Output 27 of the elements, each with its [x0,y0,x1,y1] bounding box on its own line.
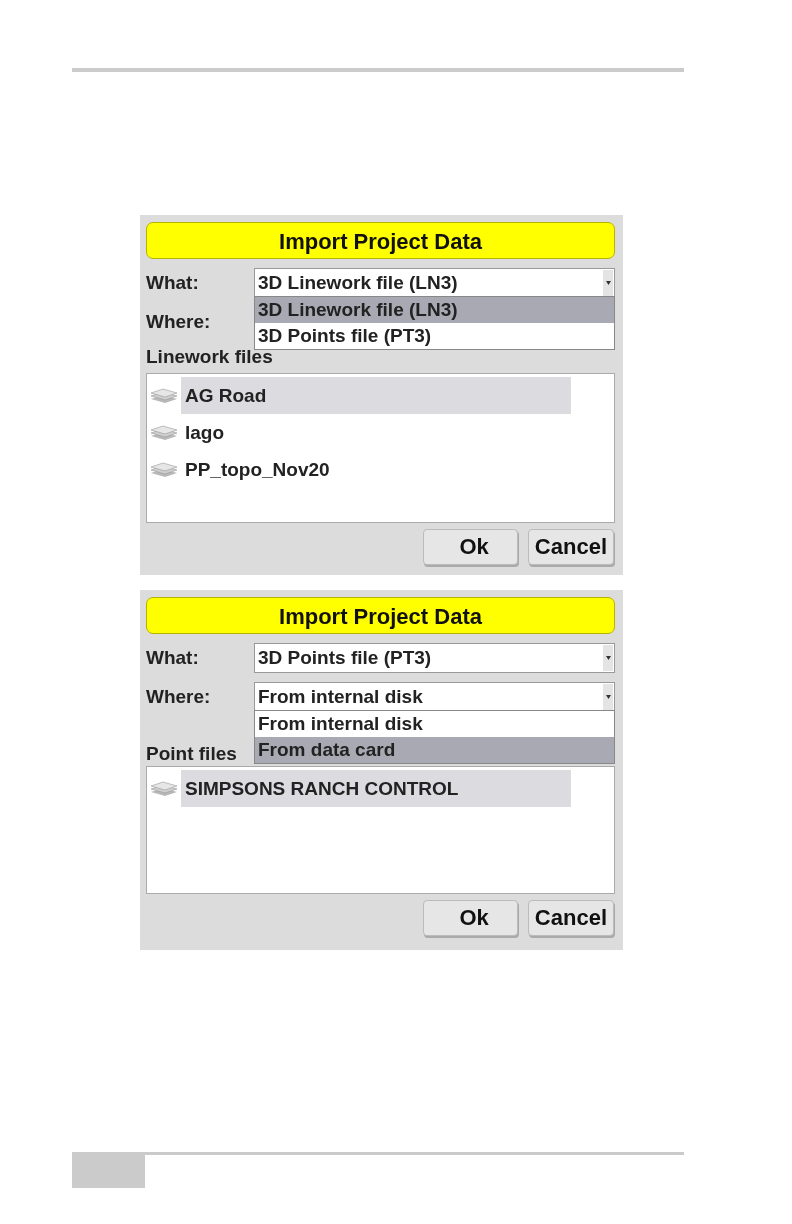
dropdown-arrow-button[interactable] [603,645,613,671]
dialog-title: Import Project Data [146,222,615,259]
dropdown-option[interactable]: From internal disk [255,711,614,737]
dropdown-field[interactable]: From internal disk [254,682,615,712]
dropdown-field[interactable]: 3D Linework file (LN3) [254,268,615,298]
caret-icon [605,695,611,699]
cancel-button[interactable]: Cancel [527,900,614,936]
ok-button[interactable]: Ok [422,900,518,936]
list-label: Point files [146,742,237,766]
caret-icon [605,281,611,285]
file-item[interactable]: AG Road [181,377,571,414]
ok-button[interactable]: Ok [422,529,518,565]
dropdown-arrow-button[interactable] [603,684,613,710]
dialog-title: Import Project Data [146,597,615,634]
caret-icon [605,656,611,660]
file-item[interactable]: PP_topo_Nov20 [181,451,571,488]
dropdown-option[interactable]: 3D Linework file (LN3) [255,297,614,323]
dropdown-arrow-button[interactable] [603,270,613,296]
file-item[interactable]: lago [181,414,571,451]
field-label: Where: [146,309,212,334]
cancel-button[interactable]: Cancel [527,529,614,565]
dropdown-option[interactable]: From data card [255,737,614,763]
field-label: What: [146,645,200,670]
field-label: What: [146,270,200,295]
file-item[interactable]: SIMPSONS RANCH CONTROL [181,770,571,807]
field-label: Where: [146,684,212,709]
dropdown-field[interactable]: 3D Points file (PT3) [254,643,615,673]
